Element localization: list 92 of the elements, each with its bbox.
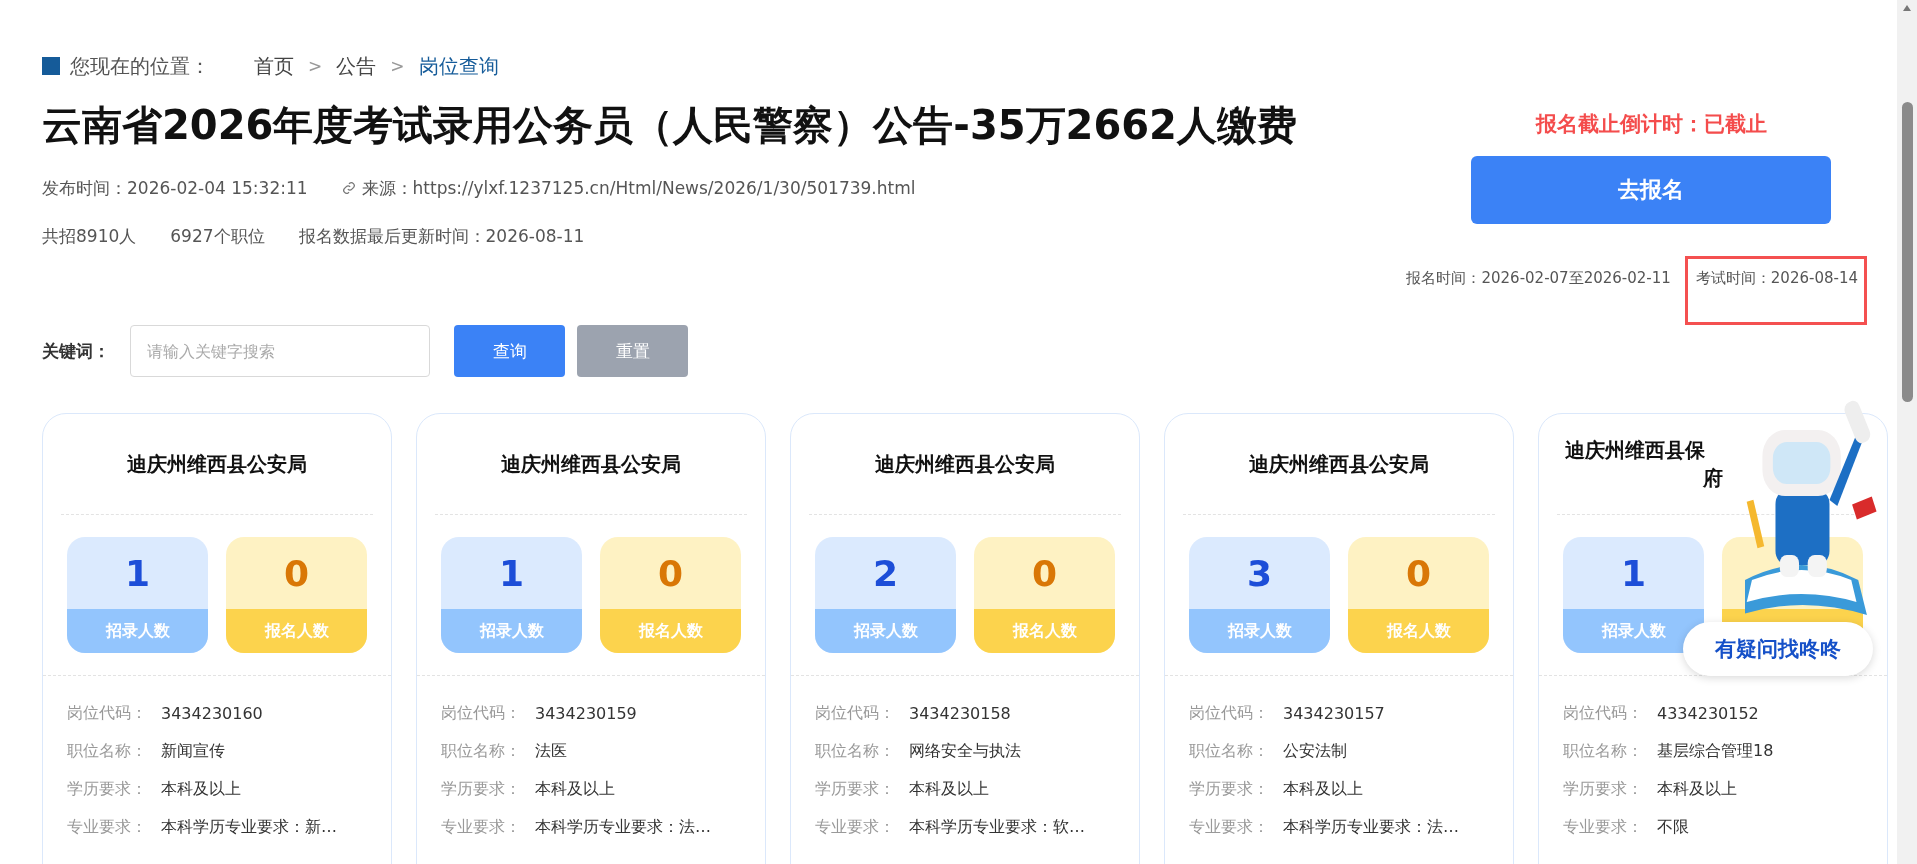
breadcrumb-separator: >	[390, 56, 405, 76]
detail-label: 学历要求：	[815, 778, 896, 800]
detail-label: 学历要求：	[441, 778, 522, 800]
detail-value: 基层综合管理18	[1657, 740, 1774, 762]
help-button[interactable]: 有疑问找咚咚	[1683, 622, 1873, 676]
stat-number: 2	[871, 551, 900, 596]
breadcrumb-link[interactable]: 岗位查询	[418, 52, 499, 80]
detail-label: 专业要求：	[67, 816, 148, 838]
breadcrumb-link[interactable]: 首页	[254, 52, 294, 80]
stat-number: 1	[1619, 551, 1648, 596]
breadcrumb-separator: >	[308, 56, 323, 76]
breadcrumb-link[interactable]: 公告	[336, 52, 377, 80]
stat-number: 0	[1404, 551, 1433, 596]
summary-stat: 共招8910人	[42, 224, 137, 248]
detail-value: 3434230158	[909, 703, 1011, 723]
detail-value: 不限	[1657, 816, 1689, 838]
detail-label: 专业要求：	[815, 816, 896, 838]
detail-label: 岗位代码：	[1563, 702, 1644, 724]
stat-label: 招录人数	[441, 609, 582, 653]
detail-label: 专业要求：	[441, 816, 522, 838]
search-button[interactable]: 查询	[454, 325, 565, 377]
summary-stat: 报名数据最后更新时间：2026-08-11	[298, 224, 585, 248]
exam-time: 考试时间：2026-08-14	[1684, 256, 1867, 325]
card-title: 迪庆州维西县公安局	[875, 451, 1055, 478]
publish-time: 发布时间：2026-02-04 15:32:11	[42, 176, 308, 200]
page-title: 云南省2026年度考试录用公务员（人民警察）公告-35万2662人缴费	[42, 101, 1297, 150]
detail-value: 本科及以上	[1657, 778, 1737, 800]
link-icon	[341, 181, 356, 195]
detail-value: 3434230160	[161, 703, 263, 723]
detail-label: 专业要求：	[1563, 816, 1644, 838]
detail-value: 4334230152	[1657, 703, 1759, 723]
stat-label: 招录人数	[1189, 609, 1330, 653]
stat-label: 报名人数	[600, 609, 741, 653]
detail-label: 职位名称：	[441, 740, 522, 762]
card-title: 府	[1702, 465, 1724, 492]
scrollbar[interactable]	[1897, 0, 1917, 864]
detail-value: 公安法制	[1283, 740, 1347, 762]
detail-value: 新闻宣传	[161, 740, 225, 762]
detail-label: 职位名称：	[1189, 740, 1270, 762]
detail-value: 网络安全与执法	[909, 740, 1021, 762]
detail-value: 本科及以上	[535, 778, 615, 800]
stat-label: 报名人数	[1348, 609, 1489, 653]
detail-label: 学历要求：	[1189, 778, 1270, 800]
detail-label: 职位名称：	[1563, 740, 1644, 762]
stat-number: 0	[1030, 551, 1059, 596]
card-title: 迪庆州维西县公安局	[1249, 451, 1429, 478]
detail-label: 岗位代码：	[1189, 702, 1270, 724]
detail-value: 法医	[535, 740, 567, 762]
detail-value: 本科学历专业要求：软…	[909, 816, 1085, 838]
stat-label: 报名人数	[226, 609, 367, 653]
keyword-field[interactable]: 请输入关键字搜索	[130, 325, 430, 377]
detail-label: 职位名称：	[815, 740, 896, 762]
detail-label: 学历要求：	[1563, 778, 1644, 800]
card-title: 迪庆州维西县公安局	[501, 451, 681, 478]
detail-value: 本科及以上	[161, 778, 241, 800]
detail-value: 本科及以上	[1283, 778, 1363, 800]
detail-value: 3434230159	[535, 703, 637, 723]
keyword-label: 关键词：	[42, 339, 110, 363]
register-button[interactable]: 去报名	[1471, 156, 1831, 224]
detail-value: 本科学历专业要求：法…	[535, 816, 711, 838]
stat-label: 招录人数	[815, 609, 956, 653]
position-card[interactable]: 迪庆州维西县公安局 3 招录人数 0 报名人数 岗位代码： 3434230157 职位名称： 公安法制 学历要求： 本科及以上 专业要求： 本科学历专业要求：法…	[1164, 413, 1514, 864]
stat-number: 1	[497, 551, 526, 596]
detail-value: 本科及以上	[909, 778, 989, 800]
stat-label: 招录人数	[67, 609, 208, 653]
countdown-text: 报名截止倒计时：已截止	[1535, 111, 1767, 138]
signup-time: 报名时间：2026-02-07至2026-02-11	[1406, 269, 1671, 288]
stat-label: 报名人数	[974, 609, 1115, 653]
stat-number: 1	[123, 551, 152, 596]
detail-label: 学历要求：	[67, 778, 148, 800]
position-card[interactable]: 迪庆州维西县公安局 2 招录人数 0 报名人数 岗位代码： 3434230158 职位名称： 网络安全与执法 学历要求： 本科及以上 专业要求： 本科学历专业要求：软…	[790, 413, 1140, 864]
card-title: 迪庆州维西县公安局	[127, 451, 307, 478]
detail-label: 职位名称：	[67, 740, 148, 762]
source-link[interactable]: 来源：https://ylxf.1237125.cn/Html/News/2026/1/30/501739.html	[361, 176, 916, 200]
stat-number: 0	[656, 551, 685, 596]
stat-number: 3	[1245, 551, 1274, 596]
detail-value: 本科学历专业要求：法…	[1283, 816, 1459, 838]
detail-value: 3434230157	[1283, 703, 1385, 723]
card-title: 迪庆州维西县保	[1565, 437, 1706, 464]
breadcrumb-label: 您现在的位置：	[70, 52, 210, 80]
scroll-up-icon[interactable]	[1902, 4, 1912, 12]
stat-number: 0	[282, 551, 311, 596]
detail-label: 岗位代码：	[441, 702, 522, 724]
position-card[interactable]: 迪庆州维西县公安局 1 招录人数 0 报名人数 岗位代码： 3434230160 职位名称： 新闻宣传 学历要求： 本科及以上 专业要求： 本科学历专业要求：新…	[42, 413, 392, 864]
position-card[interactable]: 迪庆州维西县公安局 1 招录人数 0 报名人数 岗位代码： 3434230159 职位名称： 法医 学历要求： 本科及以上 专业要求： 本科学历专业要求：法…	[416, 413, 766, 864]
detail-label: 岗位代码：	[67, 702, 148, 724]
detail-label: 岗位代码：	[815, 702, 896, 724]
scrollbar-thumb[interactable]	[1901, 102, 1913, 402]
detail-label: 专业要求：	[1189, 816, 1270, 838]
detail-value: 本科学历专业要求：新…	[161, 816, 337, 838]
square-icon	[42, 57, 60, 75]
summary-stat: 6927个职位	[170, 224, 265, 248]
